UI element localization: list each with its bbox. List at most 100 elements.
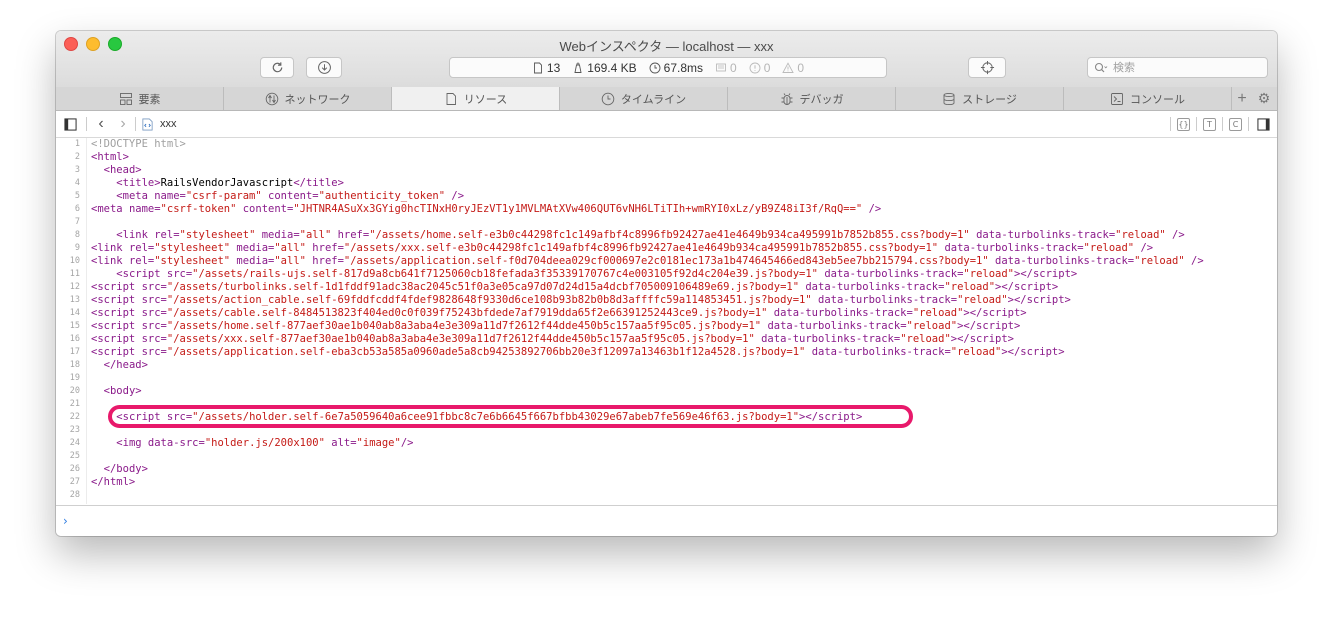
divider <box>135 117 136 131</box>
line-number: 23 <box>69 425 80 435</box>
sidebar-toggle-icon[interactable] <box>62 116 78 132</box>
line-number: 15 <box>69 321 80 331</box>
back-icon[interactable]: ‹ <box>93 115 109 132</box>
search-input[interactable] <box>1111 60 1255 75</box>
navbar-right-controls: {} T C <box>1170 116 1271 132</box>
details-sidebar-toggle-icon[interactable] <box>1255 116 1271 132</box>
tab-elements[interactable]: 要素 <box>56 87 224 110</box>
inspector-window: Webインスペクタ — localhost — xxx 13 169.4 KB … <box>56 31 1277 536</box>
tab-network-label: ネットワーク <box>284 93 351 106</box>
line-number: 4 <box>74 178 80 188</box>
window-title: Webインスペクタ — localhost — xxx <box>559 39 774 54</box>
line-content: <script src="/assets/action_cable.self-6… <box>91 294 1071 306</box>
line-number: 3 <box>74 165 80 175</box>
code-line: 13 <script src="/assets/action_cable.self… <box>56 294 1277 307</box>
line-content: <meta name="csrf-token" content="JHTNR4A… <box>91 203 882 215</box>
line-content: <script src="/assets/xxx.self-877aef30ae… <box>91 333 1014 345</box>
line-content: <img data-src="holder.js/200x100" alt="i… <box>116 437 414 449</box>
line-number: 20 <box>69 386 80 396</box>
code-line: 10 <link rel="stylesheet" media="all" hre… <box>56 255 1277 268</box>
tab-bar-extras: + ⚙ <box>1232 87 1277 110</box>
code-line: 4 <title>RailsVendorJavascript</title> <box>56 177 1277 190</box>
code-line: 1 <!DOCTYPE html> <box>56 138 1277 151</box>
line-number: 7 <box>74 217 80 227</box>
tab-resources-label: リソース <box>463 93 508 106</box>
line-content: <link rel="stylesheet" media="all" href=… <box>91 242 1154 254</box>
load-time-value: 67.8ms <box>663 60 704 75</box>
line-number: 27 <box>69 477 80 487</box>
search-icon <box>1094 62 1108 72</box>
line-content: <script src="/assets/home.self-877aef30a… <box>91 320 1021 332</box>
line-number: 12 <box>69 282 80 292</box>
line-content: </html> <box>91 476 136 488</box>
log-count-value: 0 <box>730 60 737 75</box>
load-time[interactable]: 67.8ms <box>649 61 703 75</box>
source-code-view[interactable]: 1 <!DOCTYPE html> 2 <html> 3 <head> 4 <title>… <box>56 138 1277 504</box>
code-line: 8 <link rel="stylesheet" media="all" hre… <box>56 229 1277 242</box>
pretty-print-icon[interactable]: {} <box>1177 117 1190 131</box>
line-number: 10 <box>69 256 80 266</box>
error-count[interactable]: 0 <box>749 60 771 75</box>
search-field[interactable] <box>1087 57 1268 78</box>
tab-network[interactable]: ネットワーク <box>224 87 392 110</box>
elements-icon <box>119 92 132 105</box>
debugger-icon <box>781 92 792 105</box>
divider <box>1196 117 1197 131</box>
code-line: 11 <script src="/assets/rails-ujs.self-8… <box>56 268 1277 281</box>
tab-storage-label: ストレージ <box>962 93 1017 106</box>
line-content: <title>RailsVendorJavascript</title> <box>116 177 344 189</box>
type-info-icon[interactable]: T <box>1203 117 1216 131</box>
console-icon <box>1111 92 1123 105</box>
code-line: 9 <link rel="stylesheet" media="all" href… <box>56 242 1277 255</box>
coverage-icon[interactable]: C <box>1229 117 1242 131</box>
line-number: 9 <box>74 243 80 253</box>
line-number: 19 <box>69 373 80 383</box>
code-line: 18 </head> <box>56 359 1277 372</box>
prompt-chevron-icon: › <box>63 514 68 528</box>
line-content: <link rel="stylesheet" media="all" href=… <box>91 255 1204 267</box>
code-line: 6 <meta name="csrf-token" content="JHTNR4… <box>56 203 1277 216</box>
tab-timeline[interactable]: タイムライン <box>560 87 728 110</box>
add-tab-icon[interactable]: + <box>1233 90 1251 108</box>
storage-icon <box>943 92 955 105</box>
code-line: 16 <script src="/assets/xxx.self-877aef30… <box>56 333 1277 346</box>
tab-storage[interactable]: ストレージ <box>896 87 1064 110</box>
title-bar: Webインスペクタ — localhost — xxx 13 169.4 KB … <box>56 31 1277 88</box>
weight-icon <box>574 62 582 73</box>
tab-debugger[interactable]: デバッガ <box>728 87 896 110</box>
line-number: 25 <box>69 451 80 461</box>
reload-button[interactable] <box>260 57 294 78</box>
code-line: 28 <box>56 489 1277 502</box>
inspect-element-button[interactable] <box>968 57 1006 78</box>
download-button[interactable] <box>306 57 342 78</box>
line-number: 8 <box>74 230 80 240</box>
divider <box>1248 117 1249 131</box>
line-content: <link rel="stylesheet" media="all" href=… <box>116 229 1185 241</box>
navigation-bar: ‹ › xxx {} T C <box>56 111 1277 138</box>
warning-count[interactable]: 0 <box>782 61 804 75</box>
resource-count[interactable]: 13 <box>532 61 560 75</box>
code-line: 20 <body> <box>56 385 1277 398</box>
line-content: <head> <box>103 164 142 176</box>
code-line: 12 <script src="/assets/turbolinks.self-1… <box>56 281 1277 294</box>
tab-resources[interactable]: リソース <box>392 87 560 110</box>
console-input[interactable] <box>78 512 1262 530</box>
gear-icon[interactable]: ⚙ <box>1255 90 1273 107</box>
tab-console[interactable]: コンソール <box>1064 87 1232 110</box>
line-number: 5 <box>74 191 80 201</box>
code-lines: 1 <!DOCTYPE html> 2 <html> 3 <head> 4 <title>… <box>56 138 1277 502</box>
warning-count-value: 0 <box>797 60 805 75</box>
line-number: 22 <box>69 412 80 422</box>
resource-size[interactable]: 169.4 KB <box>572 61 637 75</box>
forward-icon[interactable]: › <box>115 115 131 132</box>
error-count-value: 0 <box>763 60 771 75</box>
line-content: <meta name="csrf-param" content="authent… <box>116 190 465 202</box>
code-line: 25 <box>56 450 1277 463</box>
divider <box>1170 117 1171 131</box>
tab-console-label: コンソール <box>1130 93 1185 106</box>
line-content: <body> <box>103 385 142 397</box>
line-number: 18 <box>69 360 80 370</box>
log-count[interactable]: 0 <box>715 61 737 75</box>
resource-path[interactable]: xxx <box>160 118 177 130</box>
line-number: 28 <box>69 490 80 500</box>
